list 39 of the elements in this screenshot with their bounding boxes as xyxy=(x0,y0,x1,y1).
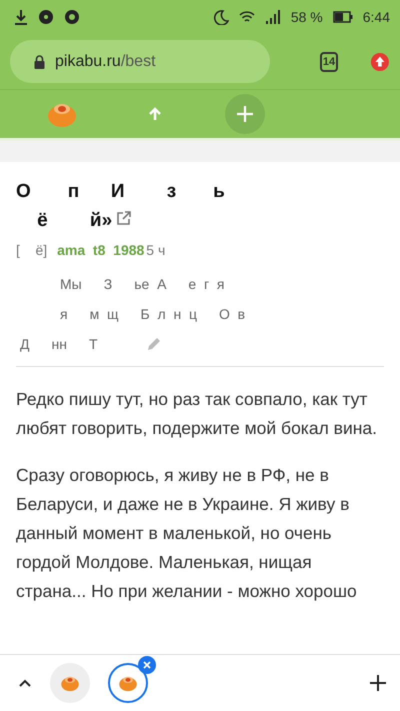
post-tag[interactable]: ье А xyxy=(130,276,170,292)
chevron-up-icon[interactable] xyxy=(18,678,32,688)
post-title: ё й» xyxy=(16,207,384,234)
post-tag[interactable]: я xyxy=(56,306,72,322)
post-tag[interactable]: нн xyxy=(47,336,71,352)
post-tag[interactable]: Б л н ц xyxy=(136,306,201,322)
lock-icon xyxy=(34,54,45,68)
post-tag[interactable]: м щ xyxy=(86,306,123,322)
moon-icon xyxy=(212,9,229,25)
post-title: О п И з ь xyxy=(16,180,226,204)
url-text: pikabu.ru/best xyxy=(55,52,156,70)
clock-time: 6:44 xyxy=(362,9,390,25)
plus-icon[interactable] xyxy=(370,675,386,691)
tab-count-button[interactable]: 14 xyxy=(320,52,338,72)
external-link-icon[interactable] xyxy=(116,210,132,226)
close-icon[interactable] xyxy=(138,656,156,674)
tab-thumbnail[interactable] xyxy=(108,663,148,703)
upload-icon[interactable] xyxy=(370,50,390,72)
battery-percent: 58 % xyxy=(290,9,323,25)
community-name[interactable]: [ ё] xyxy=(16,242,48,258)
post-tag[interactable]: е г я xyxy=(184,276,228,292)
plus-icon xyxy=(237,106,253,122)
author-name[interactable]: ama t8 1988 xyxy=(57,242,144,258)
browser-icon xyxy=(64,9,80,25)
disc-icon xyxy=(38,9,54,25)
post-tag[interactable]: Д xyxy=(16,336,34,352)
post-tag[interactable]: О в xyxy=(214,306,250,322)
download-icon xyxy=(14,9,28,25)
post-tag[interactable]: Мы xyxy=(56,276,86,292)
battery-icon xyxy=(332,11,353,23)
signal-icon xyxy=(264,10,281,24)
tab-thumbnail[interactable] xyxy=(50,663,90,703)
post-tag[interactable]: З xyxy=(100,276,116,292)
address-bar[interactable]: pikabu.ru/best xyxy=(10,40,270,83)
post-paragraph: Сразу оговорюсь, я живу не в РФ, не в Беларуси, и даже не в Украине. Я живу в данный момент в маленькой, но очень гордой Молдове. Маленькая, нищая страна... Но при желании - можно хорошо xyxy=(16,464,358,603)
post-paragraph: Редко пишу тут, но раз так совпало, как тут любят говорить, подержите мой бокал вина. xyxy=(16,388,378,440)
post-tag[interactable]: Т xyxy=(84,336,102,352)
add-button[interactable] xyxy=(225,94,265,134)
post-time: 5 ч xyxy=(146,242,166,258)
